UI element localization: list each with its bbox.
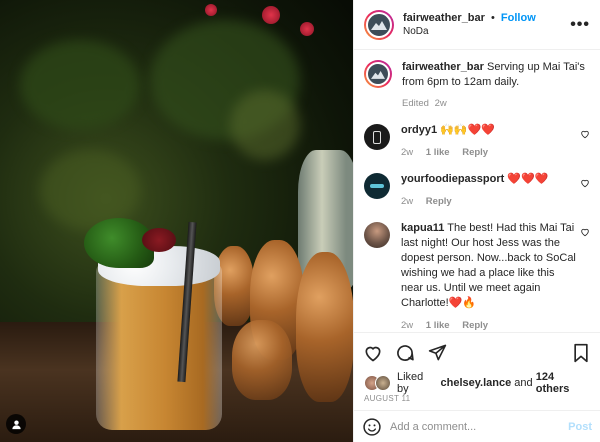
post-location[interactable]: NoDa — [403, 25, 570, 39]
post-actions-bar — [354, 332, 600, 372]
author-avatar[interactable] — [364, 9, 394, 40]
more-options-button[interactable]: ••• — [570, 16, 590, 34]
likes-and: and — [514, 377, 533, 389]
comment-text: The best! Had this Mai Tai last night! O… — [401, 222, 576, 309]
comment-item: ordyy1 🙌🙌❤️❤️ 2w 1 like Reply — [364, 123, 590, 160]
comment-like-count[interactable]: 1 like — [426, 147, 450, 158]
edited-label: Edited — [402, 98, 429, 109]
follow-button[interactable]: Follow — [501, 12, 536, 24]
caption-age: 2w — [434, 98, 447, 109]
separator-dot: • — [491, 11, 495, 24]
comment-like-count[interactable]: 1 like — [426, 320, 450, 331]
mountain-logo-icon — [371, 70, 385, 79]
post-header: fairweather_bar • Follow NoDa ••• — [354, 0, 600, 50]
likes-summary[interactable]: Liked by chelsey.lance and 124 others — [354, 371, 600, 395]
post-viewer: fairweather_bar • Follow NoDa ••• fairwe… — [0, 0, 600, 442]
post-date[interactable]: AUGUST 11 — [354, 394, 600, 410]
commenter-avatar[interactable] — [364, 124, 390, 150]
add-comment-bar: Post — [354, 410, 600, 442]
paper-plane-icon[interactable] — [426, 342, 448, 364]
comment-username[interactable]: yourfoodiepassport — [401, 173, 504, 185]
comment-item: kapua11 The best! Had this Mai Tai last … — [364, 221, 590, 332]
post-photo[interactable] — [0, 0, 353, 442]
comment-like-heart-icon[interactable] — [576, 227, 590, 332]
comment-age: 2w — [401, 196, 414, 207]
commenter-avatar[interactable] — [364, 173, 390, 199]
author-info: fairweather_bar • Follow NoDa — [403, 11, 570, 39]
comment-like-heart-icon[interactable] — [576, 129, 590, 160]
emoji-icon[interactable] — [362, 417, 382, 437]
heart-icon[interactable] — [362, 342, 384, 364]
comments-list[interactable]: fairweather_bar Serving up Mai Tai's fro… — [354, 50, 600, 332]
bookmark-icon[interactable] — [570, 342, 592, 364]
comment-username[interactable]: ordyy1 — [401, 124, 437, 136]
likes-others-count[interactable]: 124 others — [536, 371, 590, 395]
caption: fairweather_bar Serving up Mai Tai's fro… — [364, 60, 590, 111]
liker-avatars — [364, 375, 391, 391]
comment-age: 2w — [401, 147, 414, 158]
caption-avatar[interactable] — [364, 60, 392, 88]
reply-button[interactable]: Reply — [426, 196, 452, 207]
post-comment-button[interactable]: Post — [568, 421, 592, 433]
caption-username[interactable]: fairweather_bar — [402, 61, 484, 73]
comment-age: 2w — [401, 320, 414, 331]
author-username[interactable]: fairweather_bar — [403, 12, 485, 24]
reply-button[interactable]: Reply — [462, 320, 488, 331]
comment-text: 🙌🙌❤️❤️ — [440, 124, 495, 136]
comment-item: yourfoodiepassport ❤️❤️❤️ 2w Reply — [364, 172, 590, 209]
commenter-avatar[interactable] — [364, 222, 390, 248]
comment-input[interactable] — [390, 420, 569, 433]
post-sidebar: fairweather_bar • Follow NoDa ••• fairwe… — [353, 0, 600, 442]
comment-like-heart-icon[interactable] — [576, 178, 590, 209]
comment-username[interactable]: kapua11 — [401, 222, 444, 234]
tagged-user-icon[interactable] — [6, 414, 26, 434]
comment-text: ❤️❤️❤️ — [507, 173, 549, 185]
mountain-logo-icon — [371, 20, 387, 30]
reply-button[interactable]: Reply — [462, 147, 488, 158]
comment-icon[interactable] — [394, 342, 416, 364]
liker-username[interactable]: chelsey.lance — [441, 377, 512, 389]
likes-prefix: Liked by — [397, 371, 424, 395]
